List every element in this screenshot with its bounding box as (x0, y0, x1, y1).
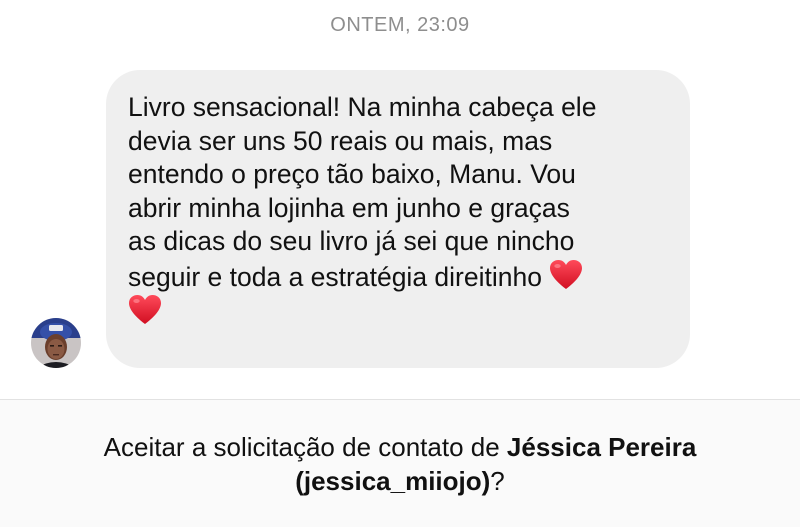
sender-avatar[interactable] (31, 318, 81, 368)
request-suffix: ? (490, 466, 505, 496)
red-heart-icon (550, 259, 583, 289)
message-body: Livro sensacional! Na minha cabeça ele d… (128, 92, 597, 292)
message-bubble[interactable]: Livro sensacional! Na minha cabeça ele d… (106, 70, 690, 368)
avatar-photo-icon (31, 318, 81, 368)
request-prefix: Aceitar a solicitação de contato de (103, 432, 507, 462)
requester-handle: (jessica_miiojo) (295, 466, 491, 496)
requester-name: Jéssica Pereira (506, 432, 697, 462)
message-text: Livro sensacional! Na minha cabeça ele d… (128, 91, 668, 330)
contact-request-prompt: Aceitar a solicitação de contato de Jéss… (0, 430, 800, 498)
message-timestamp: ONTEM, 23:09 (330, 14, 470, 36)
red-heart-icon (129, 295, 161, 324)
contact-request-bar: Aceitar a solicitação de contato de Jéss… (0, 399, 800, 527)
